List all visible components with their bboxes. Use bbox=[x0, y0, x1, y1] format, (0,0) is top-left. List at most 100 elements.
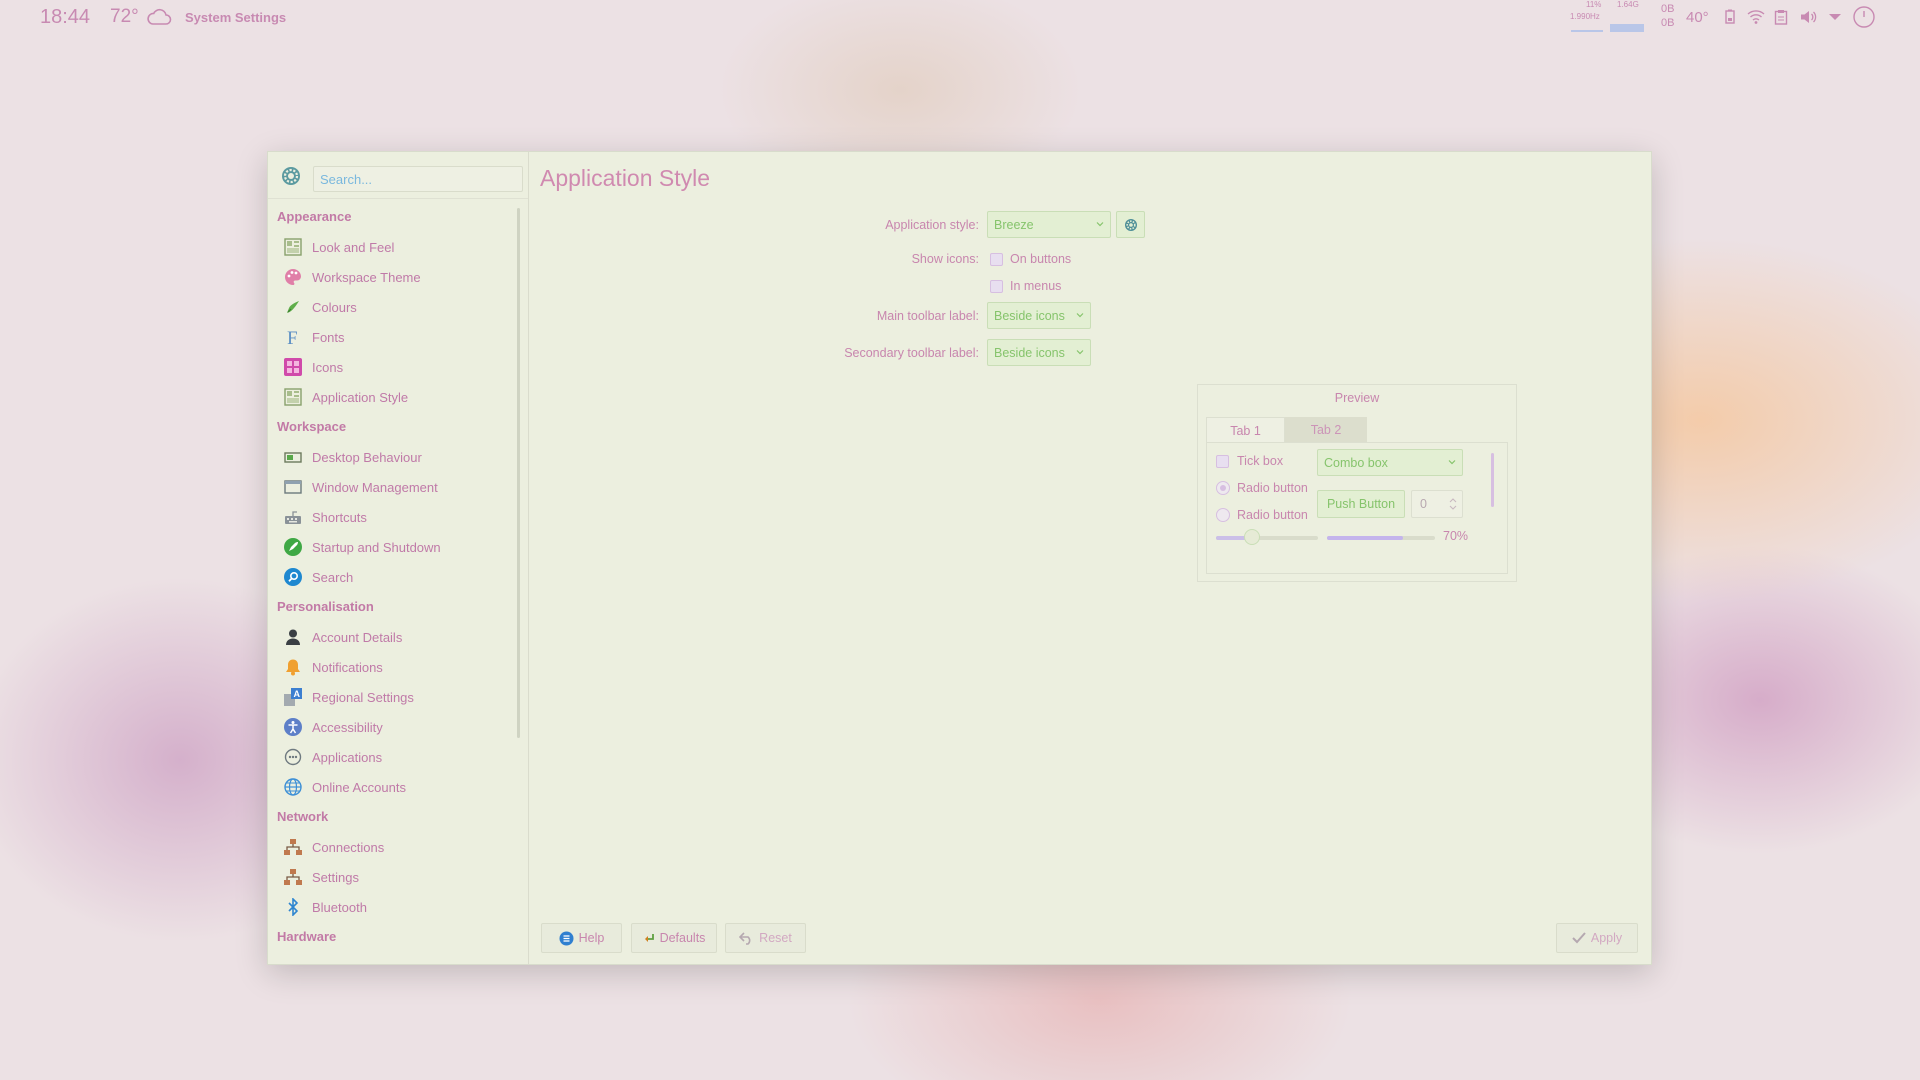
help-button[interactable]: Help bbox=[541, 923, 622, 953]
accessibility-icon bbox=[283, 717, 303, 737]
sidebar-item-label: Shortcuts bbox=[312, 509, 367, 525]
application-style-combo[interactable]: Breeze bbox=[987, 211, 1111, 238]
sidebar-item-icons[interactable]: Icons bbox=[268, 352, 518, 382]
clipboard-icon[interactable] bbox=[1774, 0, 1788, 34]
content-area: Application Style Application style: Bre… bbox=[529, 152, 1651, 964]
system-settings-window: Appearance Look and Feel Workspace Theme… bbox=[267, 151, 1652, 965]
palette-icon bbox=[283, 267, 303, 287]
sidebar-item-connections[interactable]: Connections bbox=[268, 832, 518, 862]
on-buttons-checkbox[interactable] bbox=[990, 253, 1003, 266]
sidebar-item-label: Bluetooth bbox=[312, 899, 367, 915]
tab-2[interactable]: Tab 2 bbox=[1285, 417, 1367, 443]
sidebar-item-applications[interactable]: Applications bbox=[268, 742, 518, 772]
sidebar-item-label: Startup and Shutdown bbox=[312, 539, 441, 555]
radio-button-2[interactable] bbox=[1216, 508, 1230, 522]
radio-dot bbox=[1220, 485, 1226, 491]
preview-spin-box[interactable]: 0 bbox=[1411, 490, 1463, 518]
sidebar-item-application-style[interactable]: Application Style bbox=[268, 382, 518, 412]
sidebar-item-notifications[interactable]: Notifications bbox=[268, 652, 518, 682]
active-window-title[interactable]: System Settings bbox=[185, 0, 286, 34]
globe-icon bbox=[283, 777, 303, 797]
radio-button-1-label: Radio button bbox=[1237, 481, 1308, 495]
category-network: Network bbox=[277, 809, 329, 824]
apply-label: Apply bbox=[1590, 931, 1623, 945]
sidebar-item-accessibility[interactable]: Accessibility bbox=[268, 712, 518, 742]
preview-title: Preview bbox=[1334, 391, 1380, 405]
sidebar-item-workspace-theme[interactable]: Workspace Theme bbox=[268, 262, 518, 292]
sidebar-item-desktop-behaviour[interactable]: Desktop Behaviour bbox=[268, 442, 518, 472]
sidebar-item-account-details[interactable]: Account Details bbox=[268, 622, 518, 652]
desktop-behaviour-icon bbox=[283, 447, 303, 467]
main-toolbar-label: Main toolbar label: bbox=[876, 309, 979, 323]
search-icon bbox=[283, 567, 303, 587]
defaults-label: Defaults bbox=[659, 931, 706, 945]
sidebar-item-fonts[interactable]: F Fonts bbox=[268, 322, 518, 352]
sidebar-item-label: Online Accounts bbox=[312, 779, 406, 795]
help-label: Help bbox=[578, 931, 605, 945]
rocket-icon bbox=[283, 537, 303, 557]
network-settings-icon bbox=[283, 867, 303, 887]
defaults-icon bbox=[644, 934, 654, 942]
slider-handle[interactable] bbox=[1243, 529, 1260, 545]
sidebar-item-label: Window Management bbox=[312, 479, 438, 495]
configure-style-button[interactable] bbox=[1116, 211, 1145, 238]
net-download: 0B bbox=[1661, 17, 1675, 29]
sidebar-item-bluetooth[interactable]: Bluetooth bbox=[268, 892, 518, 922]
sidebar-item-colours[interactable]: Colours bbox=[268, 292, 518, 322]
search-input[interactable] bbox=[313, 166, 523, 192]
checkmark-icon bbox=[1572, 932, 1586, 944]
sidebar-scrollbar[interactable] bbox=[517, 208, 520, 738]
sidebar-item-settings[interactable]: Settings bbox=[268, 862, 518, 892]
weather-temperature[interactable]: 72° bbox=[110, 0, 139, 34]
settings-gear-icon[interactable] bbox=[280, 165, 300, 185]
tick-box-checkbox[interactable] bbox=[1216, 455, 1229, 468]
category-hardware: Hardware bbox=[277, 929, 337, 944]
cpu-graph[interactable] bbox=[1571, 24, 1603, 32]
power-icon[interactable] bbox=[1853, 0, 1875, 34]
cloud-icon[interactable] bbox=[146, 0, 172, 34]
sidebar-item-window-management[interactable]: Window Management bbox=[268, 472, 518, 502]
tab-1[interactable]: Tab 1 bbox=[1206, 417, 1285, 443]
sidebar-item-label: Look and Feel bbox=[312, 239, 395, 255]
svg-text:F: F bbox=[287, 328, 298, 346]
preview-slider[interactable] bbox=[1216, 529, 1318, 545]
page-title: Application Style bbox=[540, 165, 711, 191]
memory-usage: 1.64G bbox=[1617, 0, 1639, 9]
memory-graph[interactable] bbox=[1610, 24, 1644, 32]
chevron-down-icon[interactable] bbox=[1828, 0, 1842, 34]
sidebar-item-online-accounts[interactable]: Online Accounts bbox=[268, 772, 518, 802]
main-toolbar-combo[interactable]: Beside icons bbox=[987, 302, 1091, 329]
preview-push-button[interactable]: Push Button bbox=[1317, 490, 1405, 518]
secondary-toolbar-label: Secondary toolbar label: bbox=[844, 346, 979, 360]
look-and-feel-icon bbox=[283, 237, 303, 257]
battery-icon[interactable] bbox=[1724, 0, 1736, 34]
reset-button[interactable]: Reset bbox=[725, 923, 806, 953]
apply-button[interactable]: Apply bbox=[1556, 923, 1638, 953]
sidebar-item-startup-shutdown[interactable]: Startup and Shutdown bbox=[268, 532, 518, 562]
svg-text:A: A bbox=[294, 689, 301, 699]
defaults-button[interactable]: Defaults bbox=[631, 923, 717, 953]
preview-progress-bar bbox=[1327, 536, 1435, 540]
preview-scrollbar[interactable] bbox=[1491, 453, 1494, 507]
chevron-down-icon bbox=[1076, 350, 1084, 355]
application-style-label: Application style: bbox=[885, 218, 979, 232]
applications-icon bbox=[283, 747, 303, 767]
sidebar-item-regional-settings[interactable]: A Regional Settings bbox=[268, 682, 518, 712]
secondary-toolbar-combo[interactable]: Beside icons bbox=[987, 339, 1091, 366]
sidebar-item-label: Settings bbox=[312, 869, 359, 885]
cpu-temperature[interactable]: 40° bbox=[1686, 0, 1709, 34]
chevron-down-icon bbox=[1076, 313, 1084, 318]
in-menus-checkbox[interactable] bbox=[990, 280, 1003, 293]
spin-arrows-icon[interactable] bbox=[1448, 496, 1458, 512]
sidebar-item-shortcuts[interactable]: Shortcuts bbox=[268, 502, 518, 532]
sidebar-item-look-and-feel[interactable]: Look and Feel bbox=[268, 232, 518, 262]
radio-button-1[interactable] bbox=[1216, 481, 1230, 495]
category-workspace: Workspace bbox=[277, 419, 347, 434]
sidebar-item-search[interactable]: Search bbox=[268, 562, 518, 592]
wifi-icon[interactable] bbox=[1747, 0, 1765, 34]
sidebar-header bbox=[268, 152, 528, 199]
clock[interactable]: 18:44 bbox=[40, 0, 90, 34]
volume-icon[interactable] bbox=[1799, 0, 1817, 34]
combo-value: Beside icons bbox=[994, 345, 1065, 360]
preview-combo-box[interactable]: Combo box bbox=[1317, 449, 1463, 476]
